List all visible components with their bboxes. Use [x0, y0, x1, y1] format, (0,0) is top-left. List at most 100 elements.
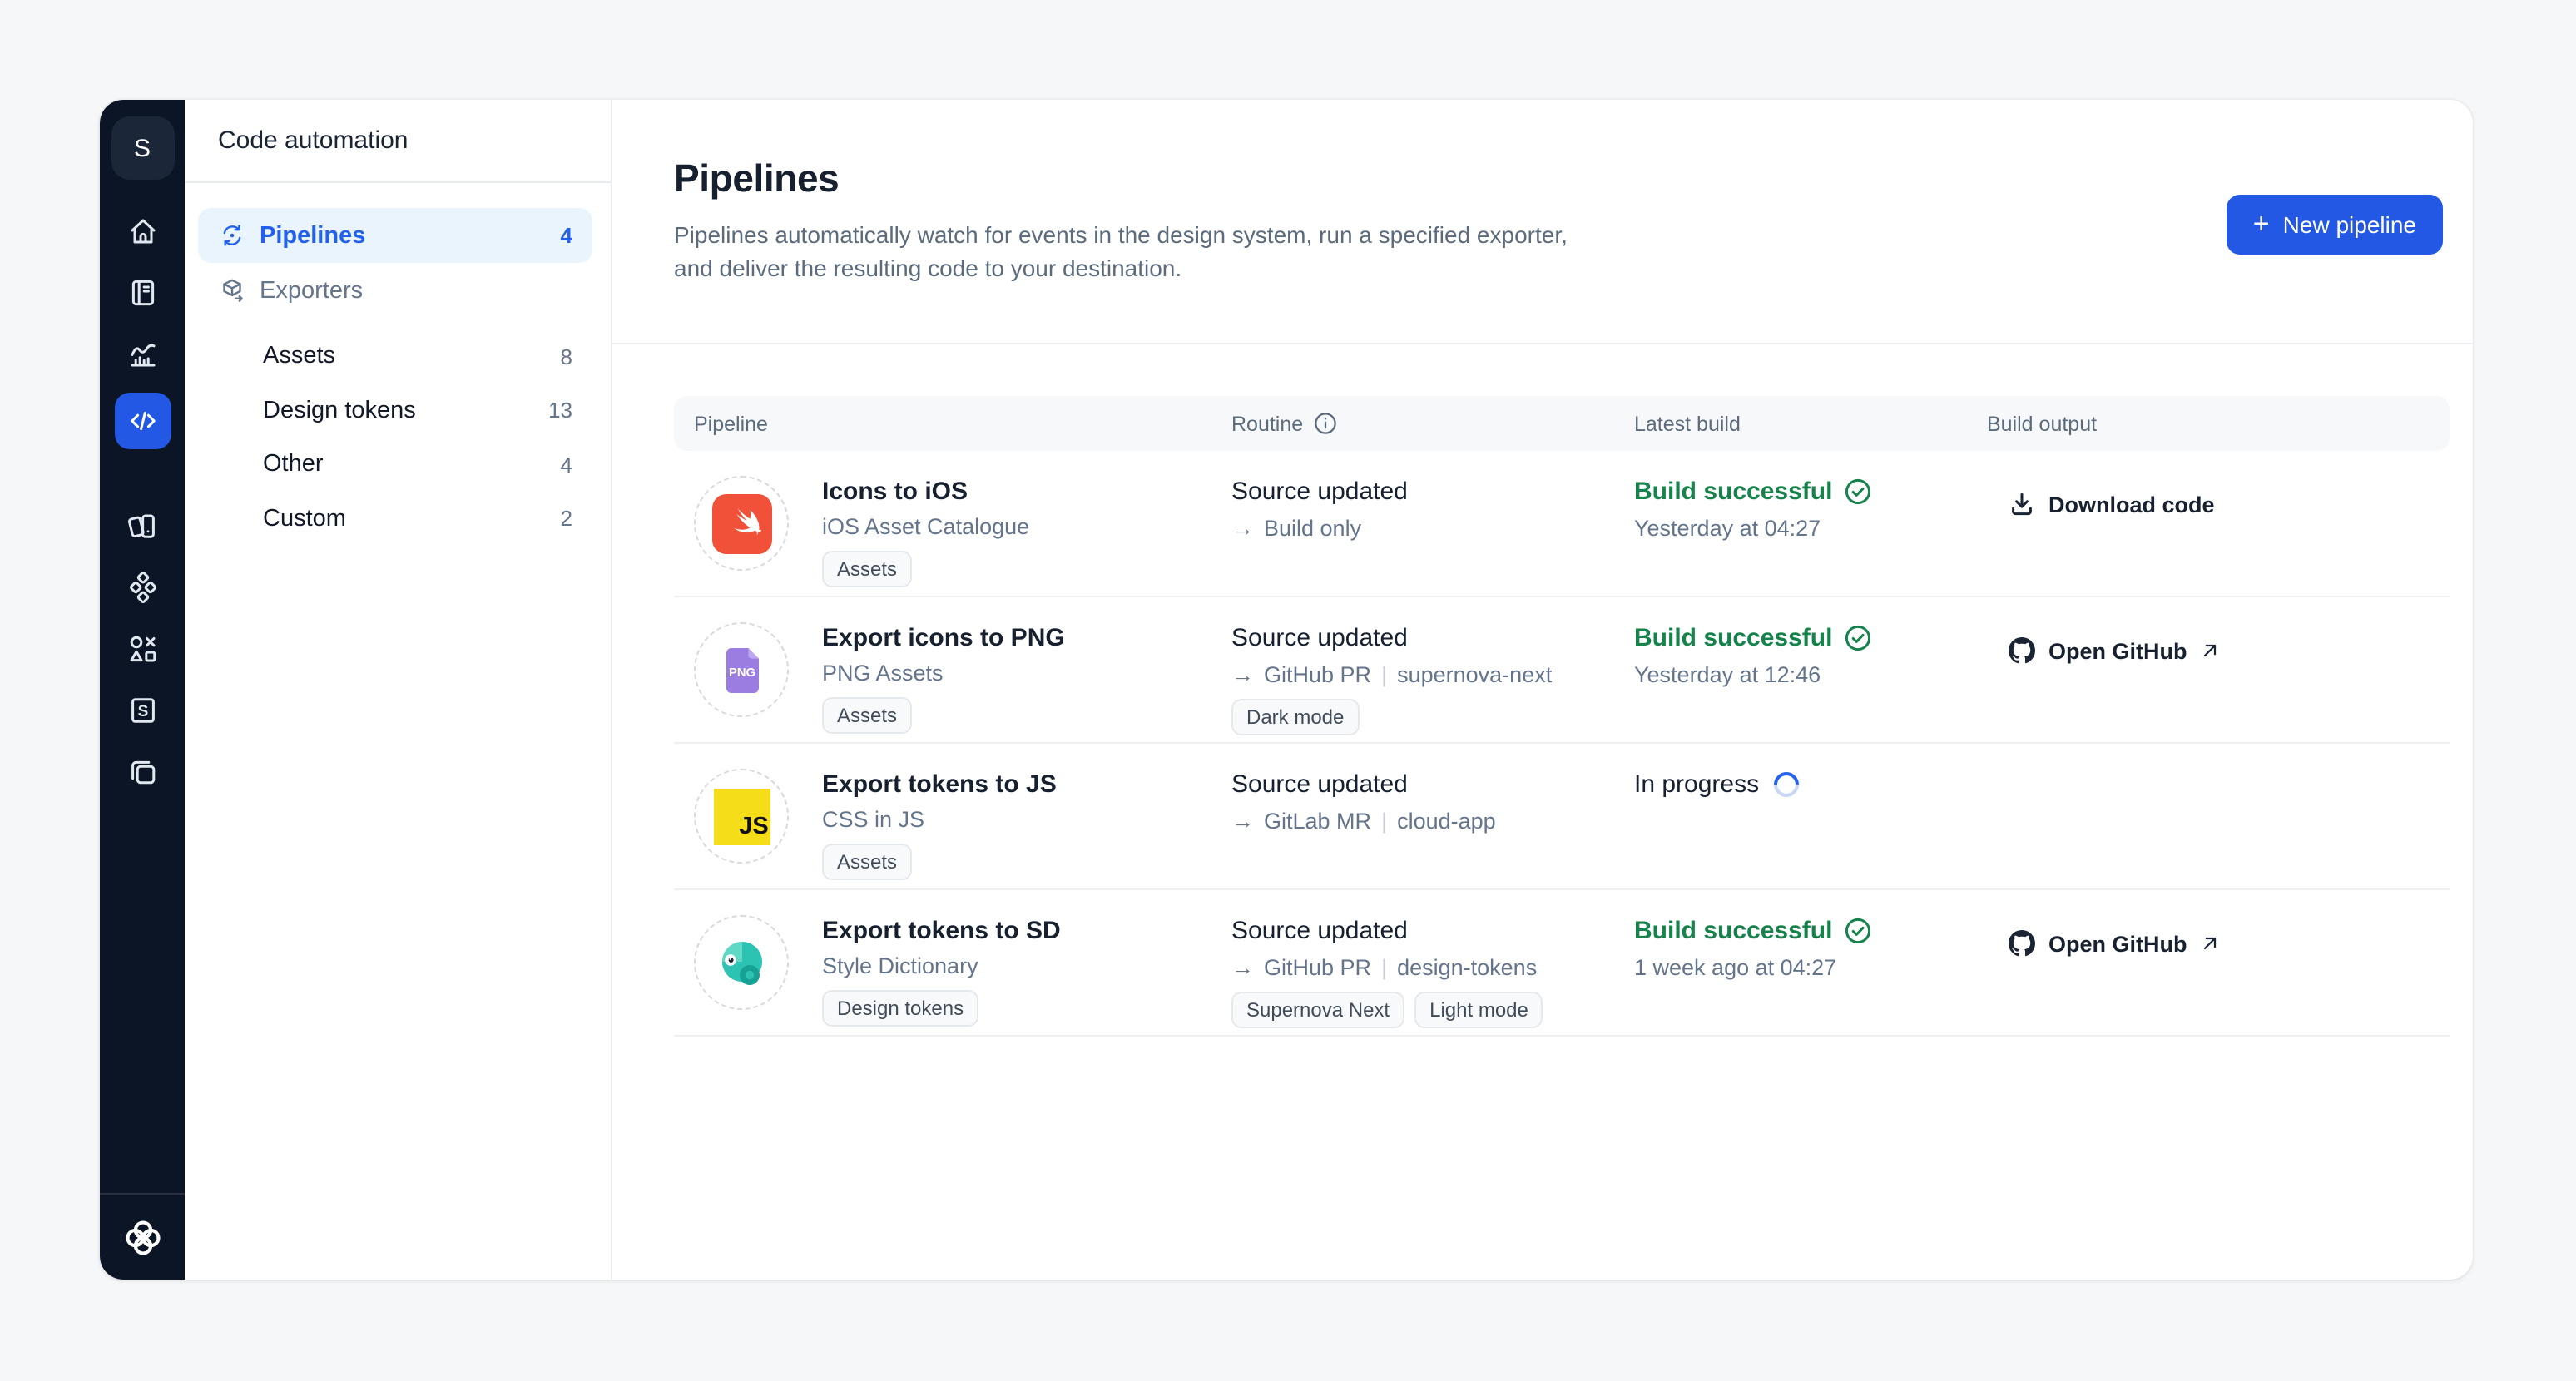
- arrow-right-icon: →: [1231, 955, 1254, 980]
- pipeline-avatar: JS: [694, 769, 789, 864]
- sidenav: Code automation Pipelines 4 Exporters: [185, 100, 612, 1280]
- svg-text:PNG: PNG: [728, 666, 755, 679]
- pipelines-sync-icon: [218, 221, 246, 250]
- app-window: S S: [100, 100, 2473, 1280]
- sidebar-item-custom[interactable]: Custom 2: [198, 492, 592, 546]
- sidebar-item-assets[interactable]: Assets 8: [198, 329, 592, 384]
- workspace-logo[interactable]: S: [111, 116, 174, 180]
- page-title: Pipelines: [674, 156, 2443, 201]
- pipeline-tag: Assets: [822, 697, 912, 735]
- app-screen: S S: [0, 0, 2576, 1381]
- pipeline-exporter: Style Dictionary: [822, 953, 1061, 978]
- build-time: Yesterday at 04:27: [1634, 516, 1987, 541]
- pipeline-name: Export tokens to JS: [822, 767, 1057, 799]
- routine-tag: Light mode: [1414, 992, 1543, 1029]
- routine-target: design-tokens: [1397, 955, 1537, 980]
- sidebar-item-other[interactable]: Other 4: [198, 438, 592, 492]
- check-circle-icon: [1844, 478, 1872, 506]
- main-content: Pipelines Pipelines automatically watch …: [612, 100, 2473, 1280]
- plus-icon: +: [2253, 210, 2270, 238]
- external-link-icon: [2201, 933, 2221, 953]
- build-status: Build successful: [1634, 913, 1987, 945]
- build-status: In progress: [1634, 767, 1987, 799]
- svg-text:JS: JS: [738, 812, 767, 839]
- pipeline-avatar: PNG: [694, 622, 789, 717]
- routine-target: supernova-next: [1397, 662, 1552, 687]
- swift-icon: [711, 493, 771, 553]
- pipeline-exporter: PNG Assets: [822, 661, 1065, 686]
- chameleon-icon: [710, 931, 773, 994]
- pipeline-tag: Assets: [822, 844, 912, 881]
- routine-method: Build only: [1264, 516, 1361, 541]
- open-github-link[interactable]: Open GitHub: [2009, 930, 2221, 957]
- open-github-link[interactable]: Open GitHub: [2009, 637, 2221, 664]
- routine-tag: Dark mode: [1231, 699, 1359, 736]
- storybook-icon[interactable]: S: [119, 687, 166, 734]
- sidebar-item-label: Pipelines: [260, 222, 365, 249]
- routine-method: GitHub PR: [1264, 662, 1371, 687]
- duplicate-icon[interactable]: [119, 749, 166, 795]
- routine-event: Source updated: [1231, 474, 1634, 506]
- exporter-box-icon: [218, 276, 246, 304]
- page-description: Pipelines automatically watch for events…: [674, 218, 2443, 285]
- sidebar-item-count: 4: [561, 223, 572, 248]
- pipeline-tag: Design tokens: [822, 990, 978, 1027]
- sidebar-item-pipelines[interactable]: Pipelines 4: [198, 208, 592, 263]
- column-header-latest-build: Latest build: [1634, 412, 1987, 435]
- routine-event: Source updated: [1231, 767, 1634, 799]
- section-title: Code automation: [185, 100, 611, 183]
- table-row[interactable]: JS Export tokens to JS CSS in JS Assets …: [674, 744, 2450, 890]
- pipeline-name: Export tokens to SD: [822, 913, 1061, 945]
- page-header: Pipelines Pipelines automatically watch …: [612, 100, 2473, 344]
- separator: |: [1381, 955, 1387, 980]
- icon-rail: S S: [100, 100, 185, 1280]
- github-icon: [2009, 637, 2035, 664]
- sidebar-item-exporters[interactable]: Exporters: [198, 263, 592, 318]
- table-row[interactable]: PNG Export icons to PNG PNG Assets Asset…: [674, 597, 2450, 744]
- pipelines-table: Pipeline Routine Latest build Build outp…: [674, 396, 2450, 1037]
- docs-icon[interactable]: [119, 270, 166, 316]
- arrow-right-icon: →: [1231, 662, 1254, 687]
- check-circle-icon: [1844, 917, 1872, 945]
- routine-method: GitLab MR: [1264, 809, 1371, 834]
- table-header-row: Pipeline Routine Latest build Build outp…: [674, 396, 2450, 451]
- routine-tag: Supernova Next: [1231, 992, 1404, 1029]
- column-header-routine: Routine: [1231, 412, 1303, 435]
- routine-event: Source updated: [1231, 913, 1634, 945]
- arrow-right-icon: →: [1231, 516, 1254, 541]
- table-row[interactable]: Export tokens to SD Style Dictionary Des…: [674, 890, 2450, 1037]
- pipeline-tag: Assets: [822, 551, 912, 588]
- build-status: Build successful: [1634, 621, 1987, 652]
- home-icon[interactable]: [119, 208, 166, 255]
- separator: |: [1381, 809, 1387, 834]
- new-pipeline-button[interactable]: + New pipeline: [2227, 195, 2443, 255]
- progress-spinner-icon: [1769, 767, 1804, 802]
- column-header-pipeline: Pipeline: [674, 412, 1231, 435]
- external-link-icon: [2201, 641, 2221, 661]
- themes-icon[interactable]: [119, 502, 166, 549]
- info-icon[interactable]: [1313, 411, 1338, 436]
- png-file-icon: PNG: [711, 640, 771, 700]
- pipeline-name: Export icons to PNG: [822, 621, 1065, 652]
- pipeline-name: Icons to iOS: [822, 474, 1029, 506]
- github-icon: [2009, 930, 2035, 957]
- js-icon: JS: [713, 788, 770, 844]
- table-row[interactable]: Icons to iOS iOS Asset Catalogue Assets …: [674, 451, 2450, 597]
- download-code-link[interactable]: Download code: [2009, 491, 2215, 517]
- download-icon: [2009, 491, 2035, 517]
- check-circle-icon: [1844, 624, 1872, 652]
- pipeline-avatar: [694, 476, 789, 571]
- sidebar-item-design-tokens[interactable]: Design tokens 13: [198, 384, 592, 438]
- column-header-build-output: Build output: [1987, 412, 2450, 435]
- sidebar-item-label: Exporters: [260, 277, 363, 304]
- arrow-right-icon: →: [1231, 809, 1254, 834]
- routine-event: Source updated: [1231, 621, 1634, 652]
- supernova-flower-icon[interactable]: [100, 1195, 185, 1280]
- analytics-icon[interactable]: [119, 331, 166, 378]
- pipeline-avatar: [694, 915, 789, 1010]
- code-icon[interactable]: [114, 393, 171, 449]
- tokens-icon[interactable]: [119, 564, 166, 611]
- components-icon[interactable]: [119, 626, 166, 672]
- build-time: Yesterday at 12:46: [1634, 662, 1987, 687]
- svg-text:S: S: [137, 703, 148, 720]
